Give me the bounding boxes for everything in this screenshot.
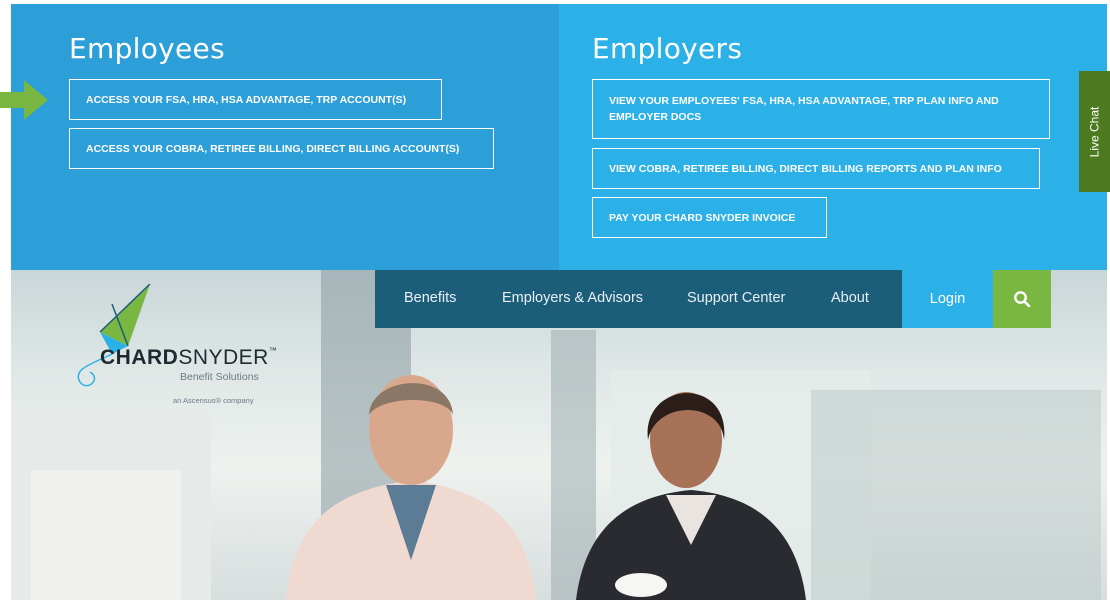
login-button[interactable]: Login (902, 270, 993, 328)
search-button[interactable] (993, 270, 1051, 328)
nav-item-employers-advisors[interactable]: Employers & Advisors (502, 290, 643, 306)
pay-invoice-button[interactable]: PAY YOUR CHARD SNYDER INVOICE (592, 197, 827, 238)
employers-plan-info-button[interactable]: VIEW YOUR EMPLOYEES' FSA, HRA, HSA ADVAN… (592, 79, 1050, 139)
live-chat-tab[interactable]: Live Chat (1079, 71, 1110, 192)
portal-panel: Employees ACCESS YOUR FSA, HRA, HSA ADVA… (11, 4, 1107, 270)
logo-subtitle: Benefit Solutions (180, 371, 259, 383)
employees-title: Employees (69, 32, 225, 65)
woman-figure (576, 392, 806, 600)
employees-cobra-account-button[interactable]: ACCESS YOUR COBRA, RETIREE BILLING, DIRE… (69, 128, 494, 169)
logo-wordmark[interactable]: CHARDSNYDER™ (100, 346, 277, 370)
employers-title: Employers (592, 32, 743, 65)
logo-word-light: SNYDER (178, 346, 269, 369)
logo-company: an Ascensus® company (173, 396, 254, 405)
right-arrow-icon (0, 80, 48, 120)
nav-item-about[interactable]: About (831, 290, 869, 306)
nav-item-support-center[interactable]: Support Center (687, 290, 785, 306)
search-icon (1014, 291, 1031, 308)
nav-item-benefits[interactable]: Benefits (404, 290, 456, 306)
logo-trademark: ™ (268, 346, 278, 355)
employers-cobra-reports-button[interactable]: VIEW COBRA, RETIREE BILLING, DIRECT BILL… (592, 148, 1040, 189)
employers-section: Employers VIEW YOUR EMPLOYEES' FSA, HRA,… (559, 4, 1107, 270)
live-chat-label: Live Chat (1087, 106, 1102, 157)
main-nav: Benefits Employers & Advisors Support Ce… (375, 270, 902, 328)
man-figure (286, 375, 536, 600)
employees-section: Employees ACCESS YOUR FSA, HRA, HSA ADVA… (11, 4, 559, 270)
employees-fsa-account-button[interactable]: ACCESS YOUR FSA, HRA, HSA ADVANTAGE, TRP… (69, 79, 442, 120)
logo-word-bold: CHARD (100, 346, 179, 369)
